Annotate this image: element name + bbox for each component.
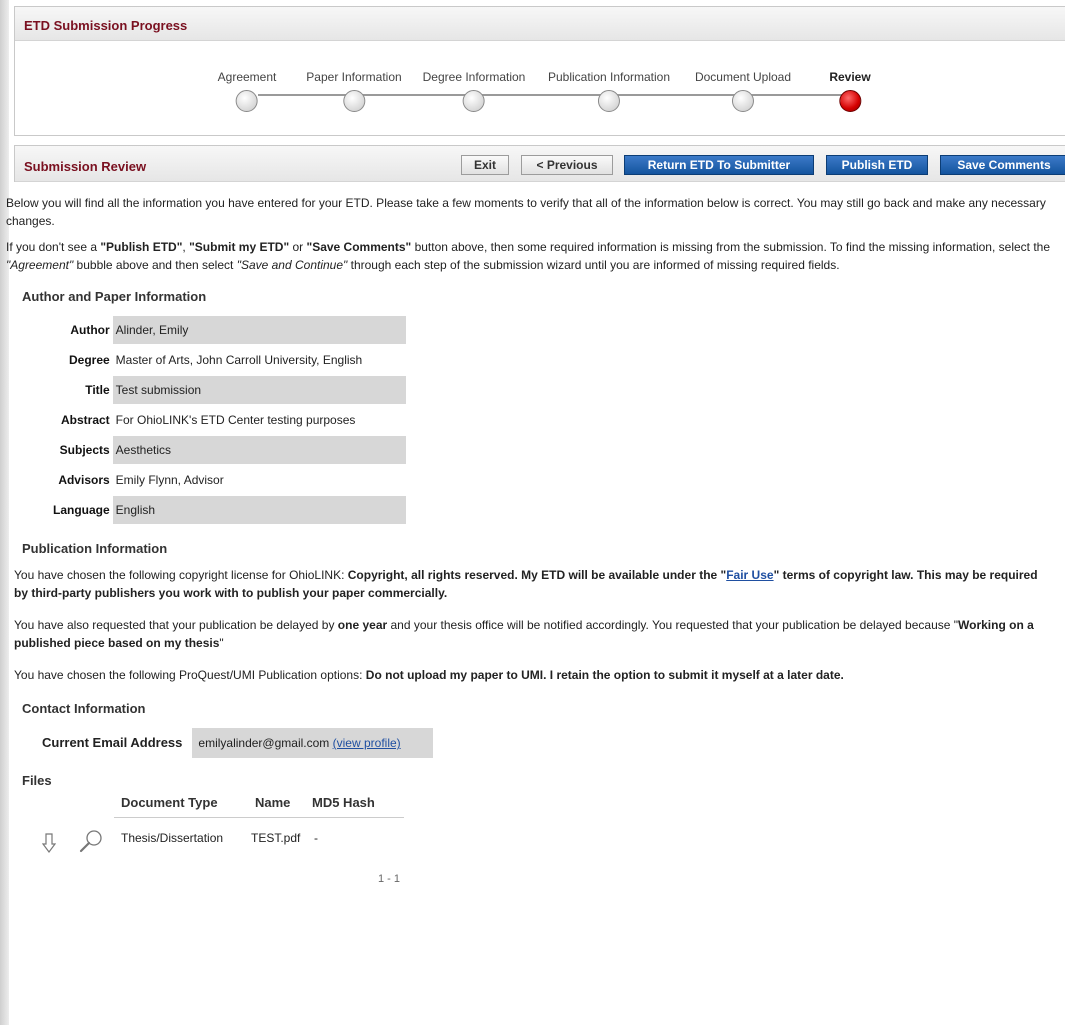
text: You have also requested that your public… — [14, 618, 338, 632]
text: through each step of the submission wiza… — [347, 258, 840, 272]
files-section: Files Document Type Name MD5 Hash Thesis… — [6, 772, 1052, 892]
previous-button[interactable]: < Previous — [521, 155, 613, 175]
email-label: Current Email Address — [42, 735, 183, 750]
field-label: Degree — [68, 353, 110, 367]
text: and your thesis office will be notified … — [387, 618, 959, 632]
step-degree-information[interactable]: Degree Information — [422, 70, 526, 112]
table-row: Degree Master of Arts, John Carroll Univ… — [50, 346, 406, 374]
table-row: Language English — [50, 496, 406, 524]
author-section-heading: Author and Paper Information — [22, 289, 207, 304]
text: button above, then some required informa… — [411, 240, 1051, 254]
email-text: emilyalinder@gmail.com — [198, 736, 330, 750]
review-header: Submission Review Exit < Previous Return… — [15, 146, 1065, 182]
files-heading: Files — [22, 773, 52, 788]
return-to-submitter-button[interactable]: Return ETD To Submitter — [624, 155, 814, 175]
publication-section-heading: Publication Information — [22, 541, 168, 556]
step-bubble[interactable] — [342, 90, 365, 112]
col-md5: MD5 Hash — [312, 795, 375, 810]
step-label: Document Upload — [694, 70, 792, 84]
col-document-type: Document Type — [121, 795, 218, 810]
table-row: Title Test submission — [50, 376, 406, 404]
email-value: emilyalinder@gmail.com (view profile) — [192, 728, 433, 758]
step-bubble[interactable] — [597, 90, 620, 112]
delay-paragraph: You have also requested that your public… — [14, 616, 1052, 652]
text: " — [219, 636, 224, 650]
file-type: Thesis/Dissertation — [121, 831, 224, 845]
field-label: Title — [85, 383, 110, 397]
field-value: Emily Flynn, Advisor — [112, 466, 406, 494]
proquest-paragraph: You have chosen the following ProQuest/U… — [14, 666, 1052, 684]
text: You have chosen the following ProQuest/U… — [14, 668, 366, 682]
field-value: Aesthetics — [112, 436, 406, 464]
exit-button[interactable]: Exit — [461, 155, 509, 175]
step-publication-information[interactable]: Publication Information — [548, 70, 670, 112]
field-value: Master of Arts, John Carroll University,… — [112, 346, 406, 374]
table-row: Author Alinder, Emily — [50, 316, 406, 344]
progress-header: ETD Submission Progress — [15, 7, 1065, 41]
header-divider — [114, 817, 404, 818]
table-row: Subjects Aesthetics — [50, 436, 406, 464]
fair-use-link[interactable]: Fair Use — [726, 568, 773, 582]
download-arrow-icon[interactable] — [41, 832, 57, 854]
file-hash: - — [314, 831, 318, 845]
step-document-upload[interactable]: Document Upload — [695, 70, 791, 112]
field-value: Alinder, Emily — [112, 316, 406, 344]
field-label: Abstract — [60, 413, 110, 427]
field-value: English — [112, 496, 406, 524]
field-label: Language — [53, 503, 110, 517]
save-comments-ref: "Save Comments" — [306, 240, 412, 254]
step-bubble[interactable] — [732, 90, 754, 112]
text: If you don't see a — [6, 240, 101, 254]
field-value: Test submission — [112, 376, 406, 404]
missing-info-paragraph: If you don't see a "Publish ETD", "Submi… — [6, 238, 1052, 274]
step-label: Degree Information — [422, 70, 526, 84]
author-info-table: Author Alinder, Emily Degree Master of A… — [50, 314, 406, 526]
progress-steps: Agreement Paper Information Degree Infor… — [15, 41, 1065, 137]
step-agreement[interactable]: Agreement — [217, 70, 277, 112]
text: bubble above and then select — [73, 258, 237, 272]
review-title: Submission Review — [24, 159, 147, 174]
progress-title: ETD Submission Progress — [24, 18, 188, 33]
text: Copyright, all rights reserved. My ETD w… — [347, 568, 727, 582]
field-label: Author — [70, 323, 110, 337]
step-label: Agreement — [217, 70, 277, 84]
publish-etd-ref: "Publish ETD" — [100, 240, 183, 254]
text: or — [289, 240, 307, 254]
pager: 1 - 1 — [378, 873, 401, 885]
step-paper-information[interactable]: Paper Information — [306, 70, 402, 112]
agreement-ref: "Agreement" — [6, 258, 74, 272]
submit-etd-ref: "Submit my ETD" — [189, 240, 290, 254]
step-label: Review — [829, 70, 871, 84]
contact-section-heading: Contact Information — [22, 701, 146, 716]
step-bubble[interactable] — [462, 90, 485, 112]
publish-etd-button[interactable]: Publish ETD — [826, 155, 928, 175]
intro-paragraph: Below you will find all the information … — [6, 196, 1046, 228]
file-name[interactable]: TEST.pdf — [251, 829, 300, 847]
step-bubble[interactable] — [235, 90, 258, 112]
email-row: Current Email Address emilyalinder@gmail… — [42, 728, 1052, 758]
proquest-option: Do not upload my paper to UMI. I retain … — [365, 668, 844, 682]
col-name: Name — [255, 795, 291, 810]
progress-panel: ETD Submission Progress Agreement Paper … — [14, 6, 1065, 136]
step-review[interactable]: Review — [829, 70, 871, 112]
license-paragraph: You have chosen the following copyright … — [14, 566, 1052, 602]
field-label: Advisors — [58, 473, 110, 487]
save-comments-button[interactable]: Save Comments — [940, 155, 1065, 175]
table-row: Advisors Emily Flynn, Advisor — [50, 466, 406, 494]
step-bubble-active[interactable] — [838, 90, 861, 112]
field-value: For OhioLINK's ETD Center testing purpos… — [112, 406, 406, 434]
magnifier-icon[interactable] — [78, 828, 104, 854]
view-profile-link[interactable]: (view profile) — [333, 736, 401, 750]
review-panel: Submission Review Exit < Previous Return… — [14, 145, 1065, 182]
step-label: Publication Information — [547, 70, 671, 84]
save-continue-ref: "Save and Continue" — [236, 258, 348, 272]
review-content: Below you will find all the information … — [6, 194, 1052, 892]
step-label: Paper Information — [306, 70, 402, 84]
text: You have chosen the following copyright … — [14, 568, 348, 582]
table-row: Abstract For OhioLINK's ETD Center testi… — [50, 406, 406, 434]
field-label: Subjects — [59, 443, 110, 457]
delay-duration: one year — [337, 618, 388, 632]
